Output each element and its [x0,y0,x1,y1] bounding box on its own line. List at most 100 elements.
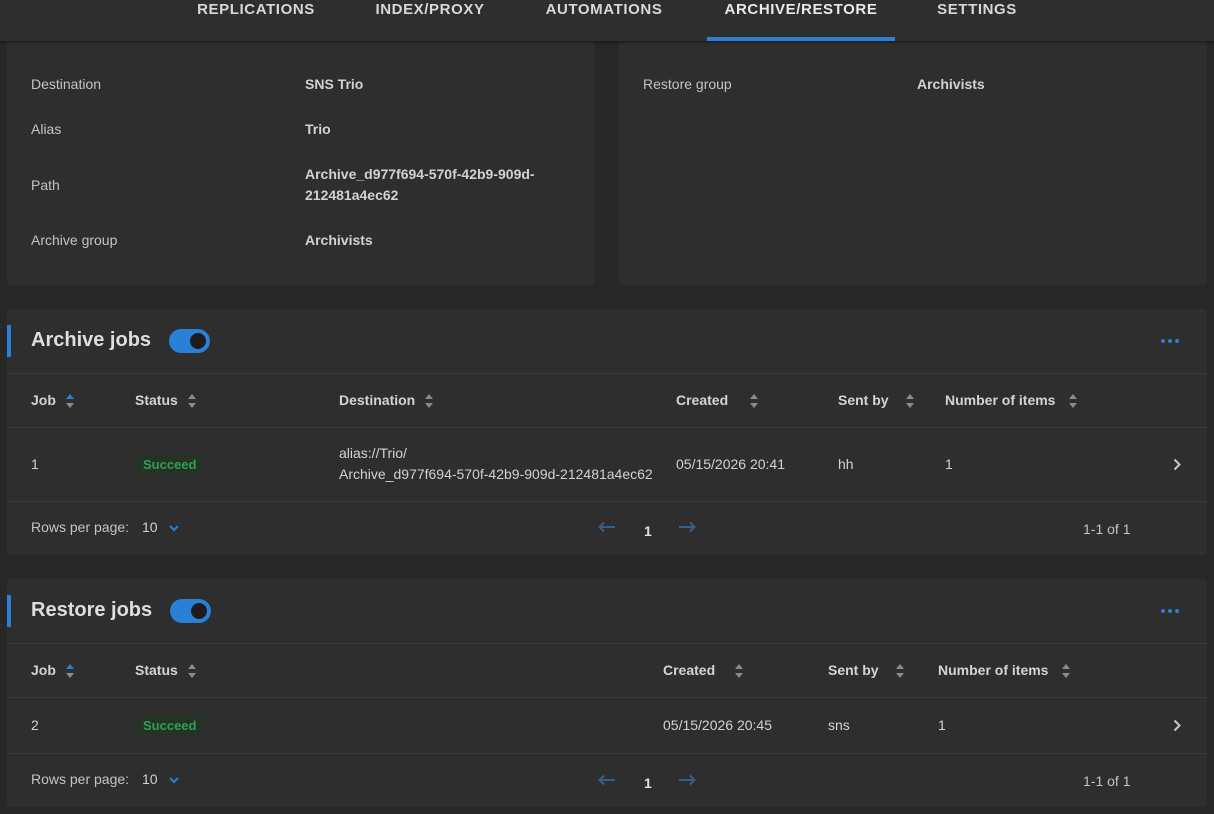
more-dot [1175,339,1179,343]
sort-icon [65,394,74,409]
status-badge: Succeed [135,455,205,474]
restore-jobs-title: Restore jobs [31,599,153,621]
archive-jobs-toggle[interactable] [169,329,210,353]
rows-per-page-value: 10 [142,519,158,535]
panel-accent-bar [7,325,11,357]
current-page: 1 [644,775,652,791]
restore-jobs-panel: Restore jobs Job Status Created Sent by … [7,579,1207,807]
chevron-down-icon [169,525,180,532]
tab-index-proxy-label: INDEX/PROXY [375,1,485,18]
number-of-items: 1 [938,717,946,733]
sort-icon [750,394,759,409]
column-header-label: Number of items [945,392,1056,408]
destination-value: SNS Trio [305,76,364,92]
tab-automations-label: AUTOMATIONS [545,1,663,18]
tab-replications[interactable]: REPLICATIONS [180,0,332,41]
sort-icon [896,664,905,679]
tab-automations[interactable]: AUTOMATIONS [528,0,680,41]
archive-info-card: Destination SNS Trio Alias Trio Path Arc… [7,35,595,285]
restore-info-card: Restore group Archivists [619,35,1207,285]
divider [7,697,1207,698]
tab-settings-label: SETTINGS [937,1,1017,18]
archive-jobs-title: Archive jobs [31,329,152,351]
alias-label: Alias [31,121,62,137]
column-header-created[interactable]: Created [676,392,759,409]
arrow-left-icon[interactable] [598,521,616,533]
toggle-knob [191,603,207,619]
path-value-line1: Archive_d977f694-570f-42b9-909d- [305,166,535,182]
rows-per-page-select[interactable]: 10 [142,771,180,787]
divider [7,753,1207,754]
archive-more-options-button[interactable] [1161,335,1181,347]
sort-icon [425,394,434,409]
created-date: 05/15/2026 20:45 [663,717,772,733]
column-header-job[interactable]: Job [31,662,74,679]
column-header-label: Sent by [828,662,879,678]
page-range: 1-1 of 1 [1083,773,1131,789]
arrow-left-icon[interactable] [598,774,616,786]
column-header-sent-by[interactable]: Sent by [838,392,915,409]
rows-per-page-label: Rows per page: [31,519,130,535]
column-header-label: Status [135,662,178,678]
column-header-status[interactable]: Status [135,392,196,409]
column-header-created[interactable]: Created [663,662,744,679]
more-dot [1168,609,1172,613]
job-id: 2 [31,717,39,733]
page-range: 1-1 of 1 [1083,521,1131,537]
destination-line1: alias://Trio/ [339,445,407,461]
column-header-label: Created [663,662,716,678]
tab-archive-restore[interactable]: ARCHIVE/RESTORE [707,0,895,41]
divider [7,643,1207,644]
more-dot [1175,609,1179,613]
destination-label: Destination [31,76,102,92]
created-date: 05/15/2026 20:41 [676,456,785,472]
column-header-destination[interactable]: Destination [339,392,434,409]
top-tab-bar: REPLICATIONS INDEX/PROXY AUTOMATIONS ARC… [0,0,1214,41]
chevron-right-icon[interactable] [1173,458,1181,471]
more-horizontal-icon [1161,609,1165,613]
column-header-label: Status [135,392,178,408]
sort-icon [65,664,74,679]
job-id: 1 [31,456,39,472]
column-header-sent-by[interactable]: Sent by [828,662,905,679]
chevron-down-icon [169,777,180,784]
destination-line2: Archive_d977f694-570f-42b9-909d-212481a4… [339,466,653,482]
rows-per-page-select[interactable]: 10 [142,519,180,535]
number-of-items: 1 [945,456,953,472]
rows-per-page-label: Rows per page: [31,771,130,787]
alias-value: Trio [305,121,331,137]
path-label: Path [31,177,60,193]
column-header-label: Sent by [838,392,889,408]
tab-index-proxy[interactable]: INDEX/PROXY [360,0,500,41]
chevron-right-icon[interactable] [1173,719,1181,732]
column-header-label: Destination [339,392,416,408]
arrow-right-icon[interactable] [678,521,696,533]
column-header-label: Job [31,662,56,678]
sort-icon [187,394,196,409]
app-root: REPLICATIONS INDEX/PROXY AUTOMATIONS ARC… [0,0,1214,814]
divider [7,427,1207,428]
column-header-number-of-items[interactable]: Number of items [938,662,1071,679]
restore-group-label: Restore group [643,76,732,92]
sort-icon [1069,394,1078,409]
column-header-label: Job [31,392,56,408]
arrow-right-icon[interactable] [678,774,696,786]
tab-settings[interactable]: SETTINGS [920,0,1034,41]
divider [7,501,1207,502]
archive-group-value: Archivists [305,232,373,248]
sort-icon [1062,664,1071,679]
sent-by: sns [828,717,850,733]
column-header-number-of-items[interactable]: Number of items [945,392,1078,409]
archive-group-label: Archive group [31,232,118,248]
path-value-line2: 212481a4ec62 [305,187,399,203]
column-header-job[interactable]: Job [31,392,74,409]
restore-jobs-toggle[interactable] [170,599,211,623]
rows-per-page-value: 10 [142,771,158,787]
restore-group-value: Archivists [917,76,985,92]
sent-by: hh [838,456,854,472]
restore-more-options-button[interactable] [1161,605,1181,617]
archive-jobs-panel: Archive jobs Job Status Destination Crea… [7,309,1207,555]
toggle-knob [190,333,206,349]
column-header-status[interactable]: Status [135,662,196,679]
status-badge: Succeed [135,716,205,735]
